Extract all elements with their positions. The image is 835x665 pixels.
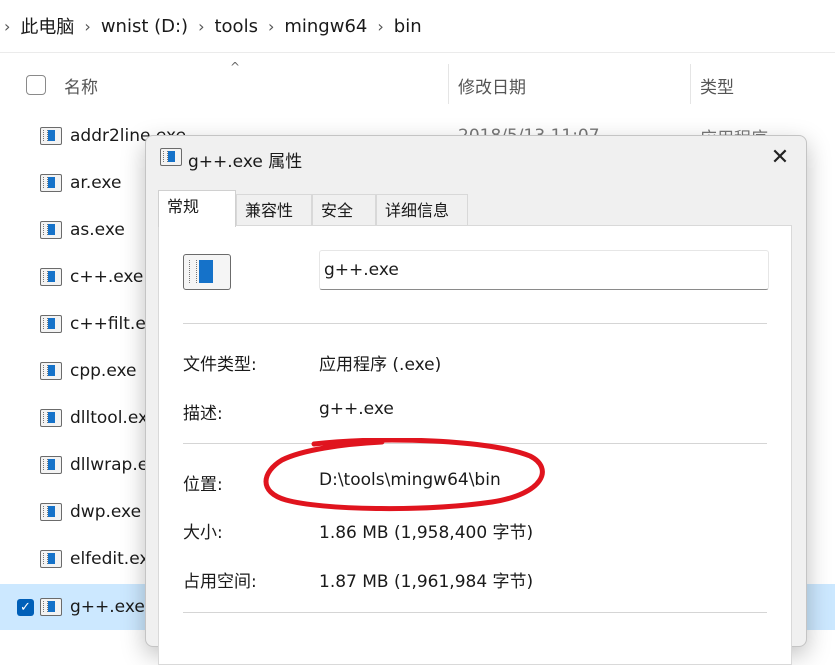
description-value: g++.exe	[319, 399, 394, 419]
chevron-right-icon[interactable]: ›	[84, 17, 90, 36]
chevron-right-icon[interactable]: ›	[198, 17, 204, 36]
exe-file-icon	[40, 362, 62, 380]
tab-details[interactable]: 详细信息	[376, 194, 468, 226]
disk-size-label: 占用空间:	[183, 572, 257, 592]
location-value[interactable]: D:\tools\mingw64\bin	[319, 470, 501, 490]
chevron-right-icon[interactable]: ›	[268, 17, 274, 36]
exe-file-icon	[160, 148, 182, 166]
file-name: dwp.exe	[70, 502, 142, 522]
column-type-header[interactable]: 类型	[700, 73, 734, 98]
column-date-header[interactable]: 修改日期	[458, 73, 526, 98]
size-value: 1.86 MB (1,958,400 字节)	[319, 523, 534, 543]
exe-file-icon	[40, 127, 62, 145]
tab-general[interactable]: 常规	[158, 190, 236, 227]
chevron-right-icon[interactable]: ›	[377, 17, 383, 36]
disk-size-value: 1.87 MB (1,961,984 字节)	[319, 572, 534, 592]
dialog-titlebar[interactable]: g++.exe 属性 ✕	[146, 136, 806, 180]
close-icon[interactable]: ✕	[766, 144, 794, 172]
tab-strip: 常规 兼容性 安全 详细信息	[158, 190, 798, 227]
checkmark-icon[interactable]: ✓	[17, 598, 34, 616]
breadcrumb-this-pc[interactable]: 此电脑	[20, 13, 74, 39]
description-label: 描述:	[183, 404, 223, 424]
location-label: 位置:	[183, 475, 223, 495]
column-name-header[interactable]: 名称	[64, 73, 98, 98]
dialog-title: g++.exe 属性	[188, 152, 303, 172]
divider	[183, 323, 767, 324]
exe-file-icon	[40, 503, 62, 521]
size-label: 大小:	[183, 523, 223, 543]
tab-security[interactable]: 安全	[312, 194, 376, 226]
divider	[183, 443, 767, 444]
file-type-value: 应用程序 (.exe)	[319, 355, 442, 375]
exe-file-icon	[40, 315, 62, 333]
breadcrumb-tools[interactable]: tools	[214, 16, 257, 37]
select-all-checkbox[interactable]	[26, 75, 46, 95]
column-divider[interactable]	[448, 64, 449, 104]
file-name: c++.exe	[70, 267, 144, 287]
file-name: as.exe	[70, 220, 125, 240]
properties-dialog: g++.exe 属性 ✕ 常规 兼容性 安全 详细信息 文件类型: 应用程序 (…	[145, 135, 807, 665]
file-type-label: 文件类型:	[183, 355, 257, 375]
exe-file-icon	[40, 598, 62, 616]
file-name: cpp.exe	[70, 361, 137, 381]
exe-file-icon	[40, 409, 62, 427]
exe-file-icon	[40, 174, 62, 192]
exe-file-icon	[40, 456, 62, 474]
exe-file-icon	[183, 254, 231, 290]
file-name: g++.exe	[70, 597, 145, 617]
file-name: ar.exe	[70, 173, 122, 193]
chevron-right-icon[interactable]: ›	[4, 17, 10, 36]
breadcrumb-bin[interactable]: bin	[394, 16, 422, 37]
filename-field[interactable]	[319, 250, 769, 290]
address-bar[interactable]: › 此电脑 › wnist (D:) › tools › mingw64 › b…	[0, 0, 835, 53]
column-header: 名称 ^ 修改日期 类型	[0, 58, 835, 108]
tab-compatibility[interactable]: 兼容性	[236, 194, 312, 226]
exe-file-icon	[40, 550, 62, 568]
sort-ascending-icon: ^	[230, 60, 241, 74]
column-divider[interactable]	[690, 64, 691, 104]
exe-file-icon	[40, 221, 62, 239]
exe-file-icon	[40, 268, 62, 286]
breadcrumb-mingw64[interactable]: mingw64	[284, 16, 367, 37]
divider	[183, 612, 767, 613]
breadcrumb-drive[interactable]: wnist (D:)	[101, 16, 188, 37]
general-panel: 文件类型: 应用程序 (.exe) 描述: g++.exe 位置: D:\too…	[158, 225, 792, 665]
